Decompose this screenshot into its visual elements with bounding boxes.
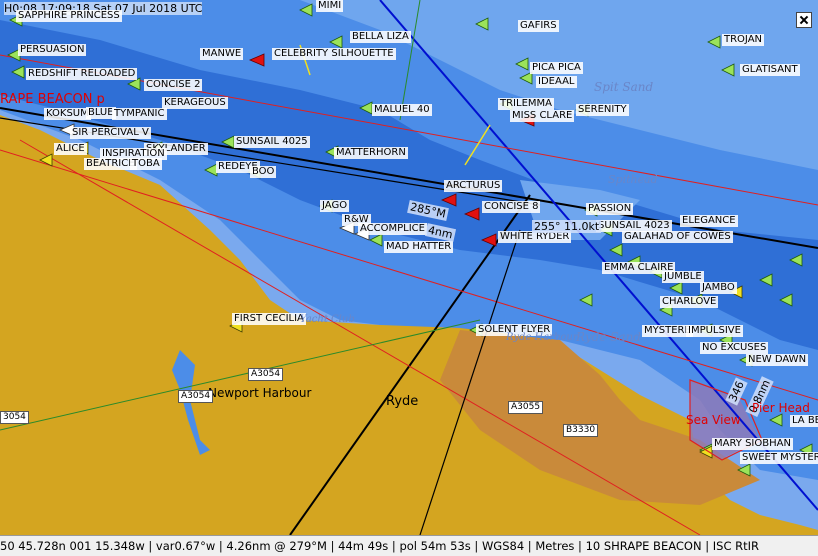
vessel-label[interactable]: NO EXCUSES: [700, 342, 769, 354]
pier-head-label[interactable]: Pier Head: [752, 401, 810, 415]
vessel-label[interactable]: NEW DAWN: [746, 354, 809, 366]
vessel-label[interactable]: TOBA: [130, 158, 162, 170]
vessel-label[interactable]: MISS CLARE: [510, 110, 575, 122]
vessel-label[interactable]: PASSION: [586, 203, 634, 215]
road-label: A3055: [508, 401, 544, 414]
vessel-label[interactable]: ELEGANCE: [680, 215, 738, 227]
vessel-label[interactable]: SIR PERCIVAL V: [70, 127, 151, 139]
chart-canvas[interactable]: H0:08 17:09:18 Sat 07 Jul 2018 UTC SAPPH…: [0, 0, 818, 535]
vessel-label[interactable]: SAPPHIRE PRINCESS: [16, 10, 122, 22]
close-icon[interactable]: [796, 12, 812, 28]
vessel-label[interactable]: CHARLOVE: [660, 296, 719, 308]
sea-area-label: Spithead: [608, 173, 658, 186]
road-label: B3330: [563, 424, 599, 437]
vessel-label[interactable]: MALUEL 40: [372, 104, 432, 116]
vessel-label[interactable]: IMPULSIVE: [686, 325, 743, 337]
vessel-label[interactable]: TYMPANIC: [112, 108, 167, 120]
vessel-label[interactable]: ARCTURUS: [444, 180, 503, 192]
vessel-label[interactable]: BELLA LIZA: [350, 31, 411, 43]
club-label: Yacht Club: [300, 314, 355, 325]
vessel-label[interactable]: FIRST CECILIA: [232, 313, 306, 325]
vessel-label[interactable]: MARY SIOBHAN: [712, 438, 793, 450]
vessel-label[interactable]: JUMBLE: [662, 271, 704, 283]
sand-label: Ryde Sand: [576, 330, 641, 344]
vessel-label[interactable]: SWEET MYSTERY: [740, 452, 818, 464]
vessel-label[interactable]: ALICE: [54, 143, 87, 155]
speed-label: 255° 11.0kt: [532, 220, 602, 233]
harbour-label: Newport Harbour: [208, 386, 312, 400]
road-label: A3054: [248, 368, 284, 381]
road-label: 3054: [0, 411, 29, 424]
vessel-label[interactable]: TROJAN: [722, 34, 765, 46]
sea-view-label[interactable]: Sea View: [686, 413, 741, 427]
vessel-label[interactable]: BOO: [250, 166, 277, 178]
vessel-label[interactable]: BEATRICE: [84, 158, 137, 170]
vessel-label[interactable]: CONCISE 8: [482, 201, 541, 213]
vessel-label[interactable]: PICA PICA: [530, 62, 583, 74]
sand-label: Spit Sand: [594, 80, 654, 94]
vessel-label[interactable]: MAD HATTER: [384, 241, 454, 253]
vessel-label[interactable]: MANWE: [200, 48, 244, 60]
road-label: A3054: [178, 390, 214, 403]
town-label: Ryde: [386, 394, 419, 409]
vessel-label[interactable]: MATTERHORN: [334, 147, 408, 159]
beacon-label[interactable]: RAPE BEACON p: [0, 92, 105, 107]
vessel-label[interactable]: REDSHIFT RELOADED: [26, 68, 138, 80]
vessel-label[interactable]: JAGO: [320, 200, 350, 212]
vessel-label[interactable]: GAFIRS: [518, 20, 559, 32]
vessel-label[interactable]: LA BELLE: [790, 415, 818, 427]
vessel-label[interactable]: JAMBO: [700, 282, 737, 294]
vessel-label[interactable]: ACCOMPLICE: [358, 223, 427, 235]
vessel-label[interactable]: TRILEMMA: [498, 98, 554, 110]
vessel-label[interactable]: MIMI: [316, 0, 344, 12]
vessel-label[interactable]: KOKSUM: [44, 108, 91, 120]
vessel-label[interactable]: CONCISE 2: [144, 79, 203, 91]
vessel-label[interactable]: CELEBRITY SILHOUETTE: [272, 48, 396, 60]
vessel-label[interactable]: PERSUASION: [18, 44, 87, 56]
harbour-label: Ryde Harbour: [506, 332, 578, 343]
vessel-label[interactable]: GALAHAD OF COWES: [622, 231, 733, 243]
vessel-label[interactable]: GLATISANT: [740, 64, 800, 76]
status-text: 50 45.728n 001 15.348w | var0.67°w | 4.2…: [0, 539, 760, 553]
status-bar: 50 45.728n 001 15.348w | var0.67°w | 4.2…: [0, 535, 818, 556]
vessel-label[interactable]: SUNSAIL 4025: [234, 136, 310, 148]
vessel-label[interactable]: SERENITY: [576, 104, 629, 116]
vessel-label[interactable]: IDEAAL: [536, 76, 577, 88]
vessel-label[interactable]: KERAGEOUS: [162, 97, 228, 109]
